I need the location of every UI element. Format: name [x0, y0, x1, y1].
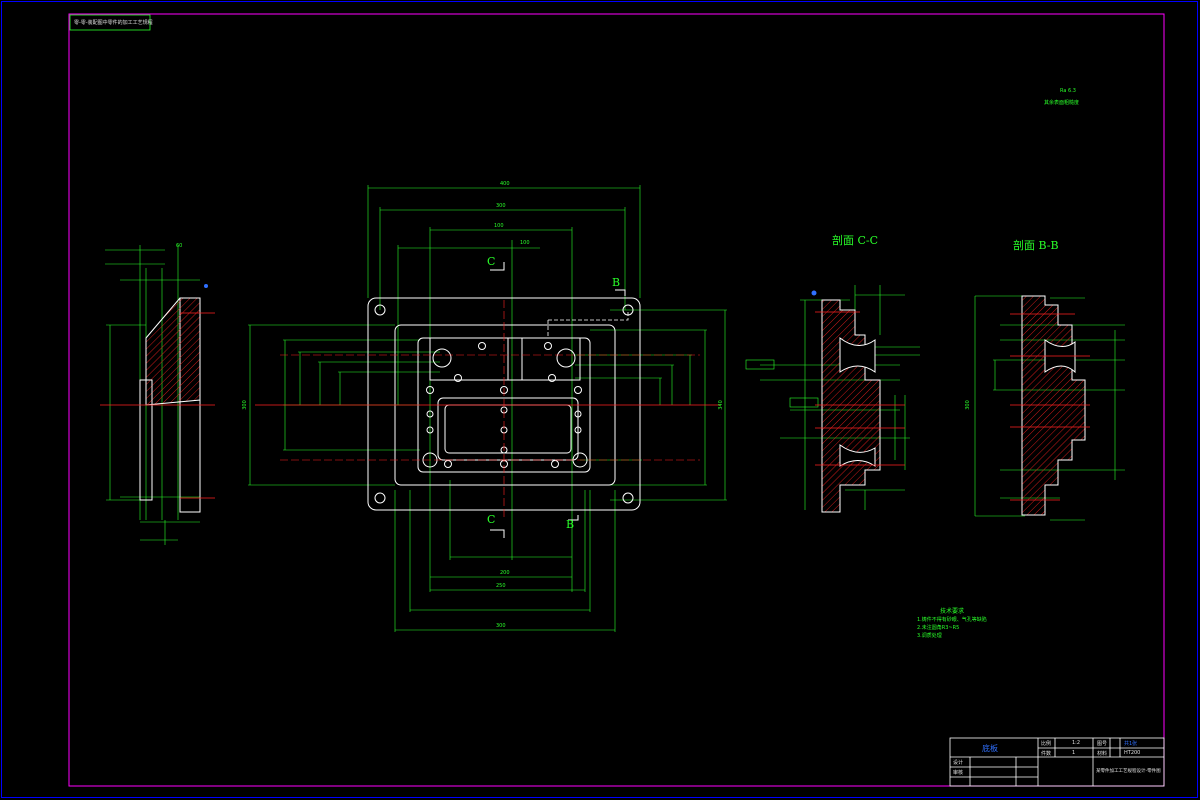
- left-side-view: [100, 245, 215, 545]
- drawing-number: 某零件加工工艺规程设计-零件图: [1096, 769, 1161, 774]
- surface-roughness-note: 其余表面粗糙度: [1044, 100, 1080, 106]
- cut-label-c-top: C: [487, 255, 496, 268]
- section-cc-view: [745, 285, 920, 513]
- section-bb-title: 剖面 B-B: [1013, 239, 1059, 252]
- scale-label: 比例: [1041, 741, 1052, 747]
- cut-label-b-top: B: [612, 276, 621, 289]
- drawing-border: [68, 13, 1165, 787]
- surface-roughness-symbol: Ra 6.3: [1060, 88, 1076, 94]
- dim-inner-width: 300: [496, 203, 506, 209]
- cut-label-b-bottom: B: [566, 518, 575, 531]
- section-bb-view: [974, 295, 1125, 521]
- dim-section-height: 300: [964, 400, 971, 410]
- tech-req-item-2: 2.未注圆角R3~R5: [917, 625, 960, 631]
- dim-center-span: 100: [494, 223, 504, 229]
- material-label: 材料: [1097, 751, 1108, 757]
- sheet-label: 共1张: [1124, 741, 1138, 747]
- dim-hole-pitch: 100: [520, 240, 530, 246]
- qty-label: 件数: [1041, 751, 1052, 757]
- dim-bottom-b: 250: [496, 583, 506, 589]
- dim-side-thickness: 60: [176, 243, 183, 249]
- tech-req-title: 技术要求: [940, 608, 965, 615]
- dim-left-height: 300: [241, 400, 248, 410]
- cad-drawing-canvas: [1, 1, 1198, 798]
- part-name: 底板: [982, 744, 998, 753]
- scale-value: 1:2: [1072, 740, 1081, 746]
- dim-bottom-c: 300: [496, 623, 506, 629]
- qty-value: 1: [1072, 750, 1076, 756]
- main-front-view: [248, 185, 727, 632]
- tech-req-item-1: 1.铸件不得有砂眼、气孔等缺陷: [917, 617, 987, 623]
- dim-right-height: 340: [717, 400, 724, 410]
- tech-req-item-3: 3.调质处理: [917, 633, 942, 639]
- drawing-no-label: 图号: [1097, 741, 1108, 747]
- material-value: HT200: [1124, 750, 1141, 756]
- dim-overall-width: 400: [500, 181, 510, 187]
- section-cc-title: 剖面 C-C: [832, 234, 879, 247]
- check-label: 审核: [953, 770, 964, 776]
- design-label: 设计: [953, 760, 964, 766]
- drawing-tag: 零-零-装配图中零件的加工工艺规程: [74, 20, 153, 26]
- dim-bottom-a: 200: [500, 570, 510, 576]
- cut-label-c-bottom: C: [487, 513, 496, 526]
